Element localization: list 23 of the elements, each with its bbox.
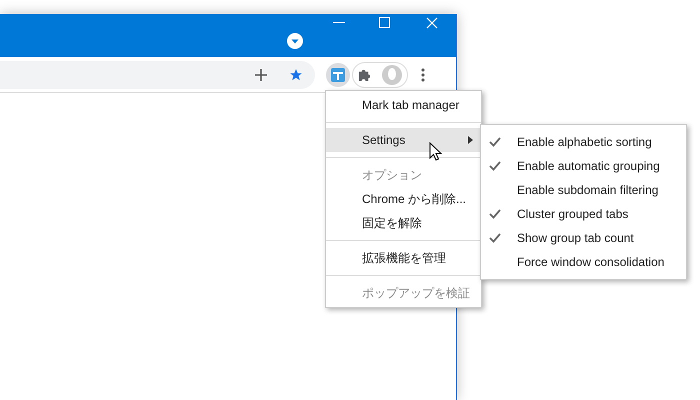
extension-logo-icon [331, 68, 345, 82]
mouse-pointer-icon [429, 142, 442, 161]
menu-item[interactable]: 拡張機能を管理 [326, 246, 481, 270]
menu-item[interactable]: Chrome から削除... [326, 187, 481, 211]
plus-icon[interactable] [255, 68, 267, 80]
menu-item[interactable]: Settings [326, 128, 481, 152]
extension-button[interactable] [326, 62, 350, 86]
submenu-item[interactable]: Show group tab count [481, 226, 686, 250]
maximize-icon[interactable] [379, 17, 390, 28]
minimize-icon[interactable] [333, 22, 345, 24]
submenu-item[interactable]: Enable subdomain filtering [481, 178, 686, 202]
menu-item[interactable]: 固定を解除 [326, 211, 481, 235]
submenu-item[interactable]: Enable automatic grouping [481, 154, 686, 178]
star-icon[interactable] [289, 68, 303, 82]
menu-item[interactable]: Mark tab manager [326, 93, 481, 117]
puzzle-icon[interactable] [358, 68, 372, 81]
submenu-item[interactable]: Cluster grouped tabs [481, 202, 686, 226]
submenu-item[interactable]: Force window consolidation [481, 250, 686, 274]
close-icon[interactable] [426, 16, 438, 28]
submenu-item[interactable]: Enable alphabetic sorting [481, 130, 686, 154]
submenu-arrow-icon [468, 136, 473, 144]
more-menu-icon[interactable] [421, 68, 425, 82]
tab-search-icon[interactable] [287, 32, 303, 48]
